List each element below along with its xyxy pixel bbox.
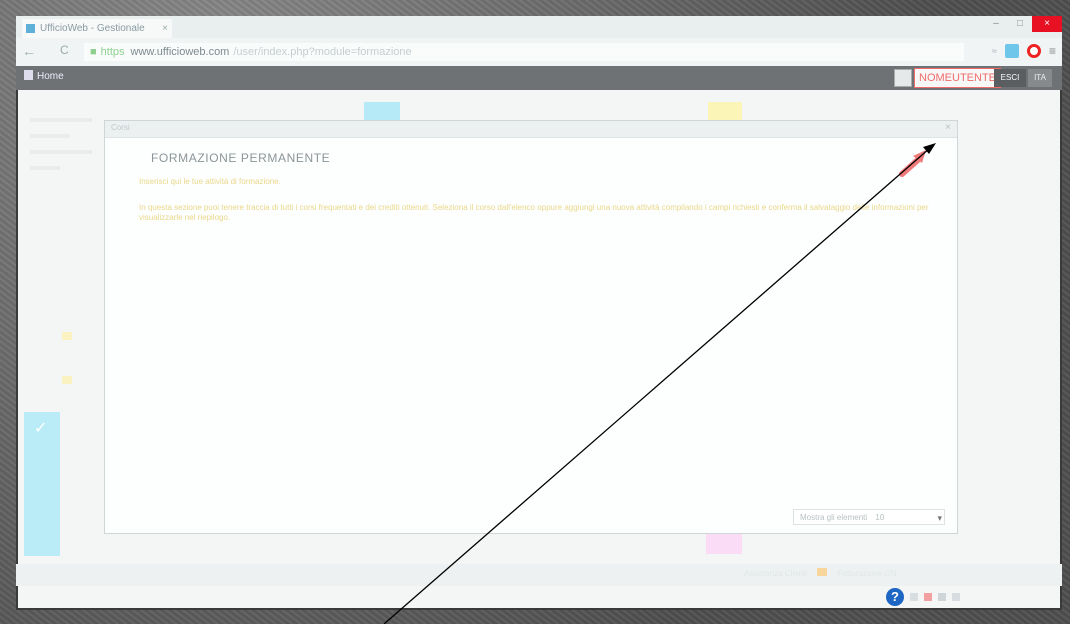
grunge-frame: UfficioWeb - Gestionale × – □ × ← C ■ htt… — [0, 0, 1070, 624]
red-pointer-icon — [899, 150, 926, 177]
browser-window: UfficioWeb - Gestionale × – □ × ← C ■ htt… — [16, 16, 1062, 610]
